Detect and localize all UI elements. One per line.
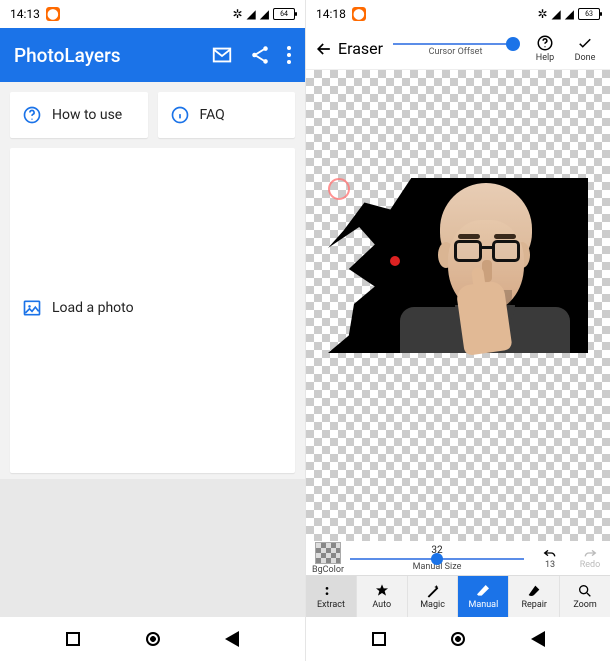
editor-top-bar: Eraser Cursor Offset Help Done xyxy=(306,28,610,70)
image-icon xyxy=(22,298,42,318)
scissors-icon xyxy=(322,583,340,599)
nav-home-icon[interactable] xyxy=(451,632,465,646)
tab-repair[interactable]: Repair xyxy=(509,576,560,617)
load-photo-label: Load a photo xyxy=(52,300,134,316)
status-bar: 14:18 ⬤ ✲ ◢ ◢ 63 xyxy=(306,0,610,28)
phone-right: 14:18 ⬤ ✲ ◢ ◢ 63 Eraser Cursor Offset He… xyxy=(305,0,610,661)
help-icon xyxy=(536,34,554,52)
nav-recent-icon[interactable] xyxy=(66,632,80,646)
help-button[interactable]: Help xyxy=(528,34,562,63)
undo-button[interactable]: 13 xyxy=(530,546,570,570)
bluetooth-icon: ✲ xyxy=(232,7,242,21)
bluetooth-icon: ✲ xyxy=(537,7,547,21)
brush-icon xyxy=(525,583,543,599)
main-content: How to use FAQ Load a photo xyxy=(0,82,305,617)
bgcolor-swatch-icon xyxy=(315,542,341,564)
nav-home-icon[interactable] xyxy=(146,632,160,646)
tab-manual[interactable]: Manual xyxy=(458,576,509,617)
mode-tab-bar: Extract Auto Magic Manual Repair Zoom xyxy=(306,575,610,617)
nav-recent-icon[interactable] xyxy=(372,632,386,646)
eraser-cursor-dot xyxy=(390,256,400,266)
empty-panel xyxy=(0,479,305,617)
zoom-icon xyxy=(576,583,594,599)
tab-magic[interactable]: Magic xyxy=(408,576,459,617)
android-nav-bar xyxy=(306,617,610,661)
check-icon xyxy=(576,34,594,52)
load-photo-button[interactable]: Load a photo xyxy=(10,148,295,473)
redo-button: Redo xyxy=(576,546,604,570)
faq-label: FAQ xyxy=(200,107,225,123)
wand-icon xyxy=(424,583,442,599)
faq-button[interactable]: FAQ xyxy=(158,92,296,138)
cursor-offset-label: Cursor Offset xyxy=(429,47,483,57)
manual-size-slider[interactable]: 32 Manual Size xyxy=(350,545,524,572)
howto-button[interactable]: How to use xyxy=(10,92,148,138)
signal-icon: ◢ xyxy=(552,7,561,21)
status-bar: 14:13 ⬤ ✲ ◢ ◢ 64 xyxy=(0,0,305,28)
app-bar: PhotoLayers xyxy=(0,28,305,82)
eraser-cursor-ring xyxy=(328,178,350,200)
signal-icon: ◢ xyxy=(260,7,269,21)
status-time: 14:18 xyxy=(316,7,346,21)
nav-back-icon[interactable] xyxy=(225,631,239,647)
redo-icon xyxy=(582,546,598,560)
tab-zoom[interactable]: Zoom xyxy=(560,576,610,617)
undo-count: 13 xyxy=(545,560,555,570)
screen-title: Eraser xyxy=(338,39,383,58)
phone-left: 14:13 ⬤ ✲ ◢ ◢ 64 PhotoLayers xyxy=(0,0,305,661)
howto-label: How to use xyxy=(52,107,122,123)
app-title: PhotoLayers xyxy=(14,44,121,67)
back-button[interactable]: Eraser xyxy=(314,39,383,59)
nav-back-icon[interactable] xyxy=(531,631,545,647)
undo-icon xyxy=(542,546,558,560)
bgcolor-button[interactable]: BgColor xyxy=(312,542,344,575)
tab-extract[interactable]: Extract xyxy=(306,576,357,617)
help-icon xyxy=(22,105,42,125)
status-app-icon: ⬤ xyxy=(352,7,366,21)
info-icon xyxy=(170,105,190,125)
battery-icon: 64 xyxy=(273,8,295,20)
signal-icon: ◢ xyxy=(565,7,574,21)
status-app-icon: ⬤ xyxy=(46,7,60,21)
eraser-icon xyxy=(474,583,492,599)
android-nav-bar xyxy=(0,617,305,661)
subject-portrait xyxy=(400,178,570,353)
star-icon xyxy=(373,583,391,599)
arrow-left-icon xyxy=(314,39,334,59)
done-button[interactable]: Done xyxy=(568,34,602,63)
status-time: 14:13 xyxy=(10,7,40,21)
photo-layer xyxy=(328,178,588,353)
share-icon[interactable] xyxy=(249,44,271,66)
tab-auto[interactable]: Auto xyxy=(357,576,408,617)
overflow-menu-icon[interactable] xyxy=(287,46,291,64)
cursor-offset-slider[interactable]: Cursor Offset xyxy=(393,40,518,57)
signal-icon: ◢ xyxy=(247,7,256,21)
editor-canvas[interactable] xyxy=(306,70,610,541)
mail-icon[interactable] xyxy=(211,44,233,66)
size-toolbar: BgColor 32 Manual Size 13 Redo xyxy=(306,541,610,575)
battery-icon: 63 xyxy=(578,8,600,20)
